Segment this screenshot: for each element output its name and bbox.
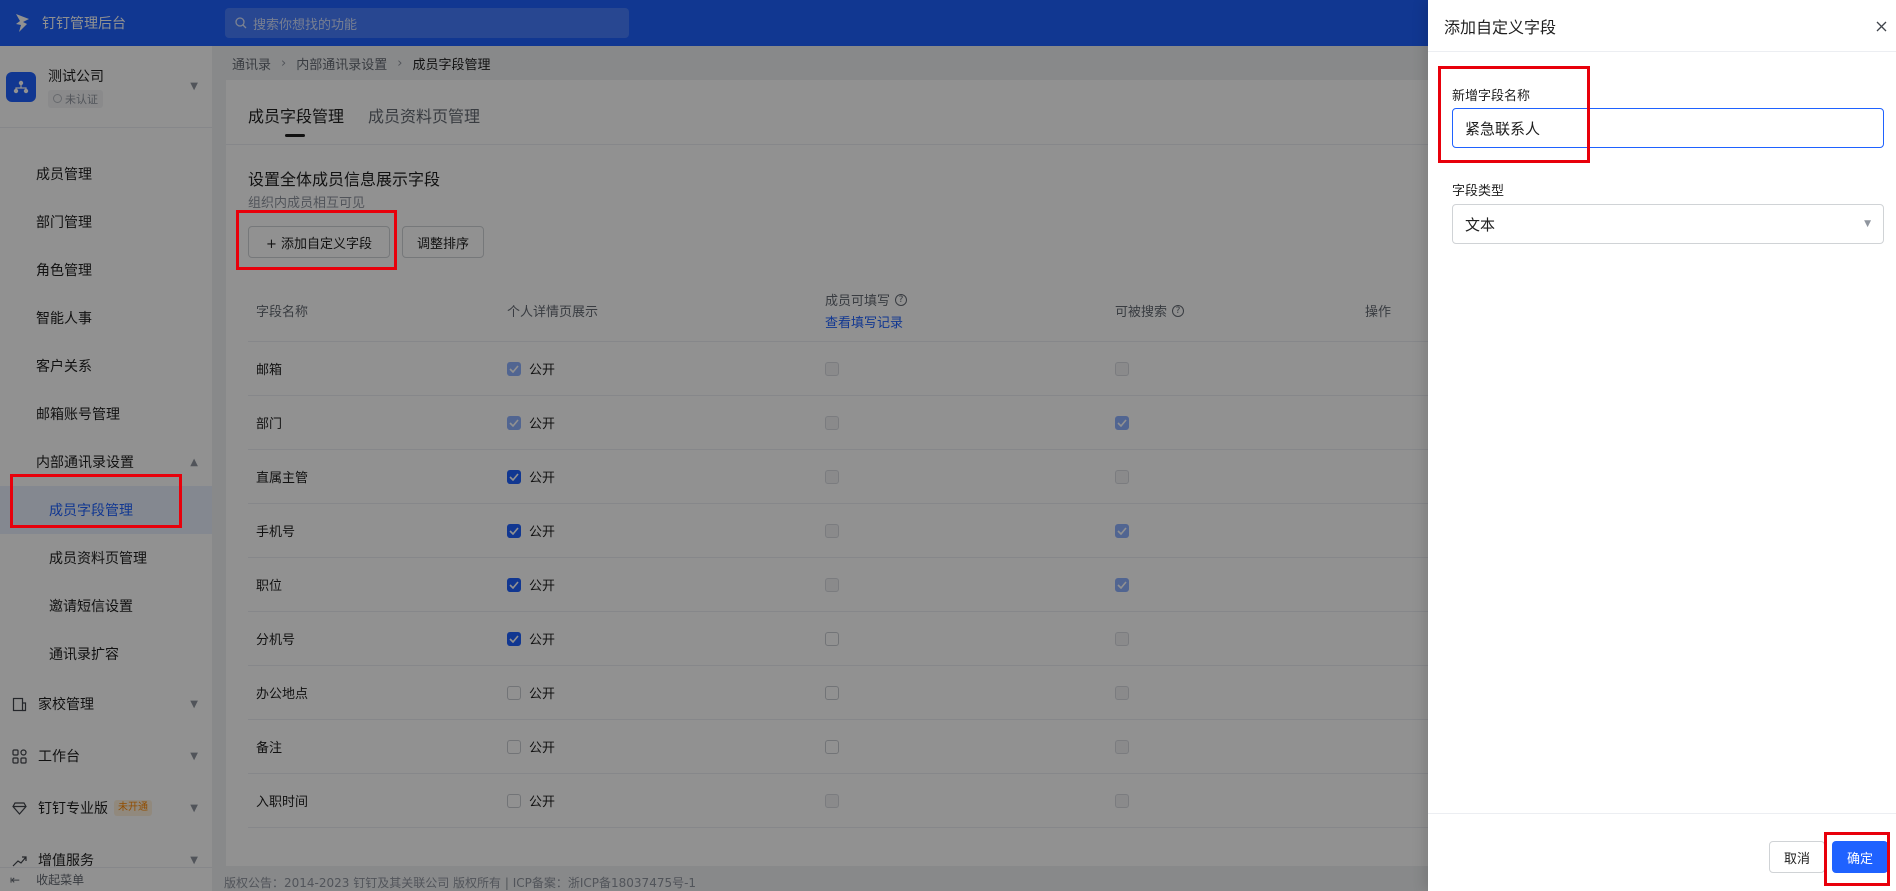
drawer-footer: 取消 确定 (1428, 813, 1896, 891)
field-type-label: 字段类型 (1452, 184, 1505, 199)
modal-overlay[interactable] (0, 0, 1428, 891)
field-type-select[interactable]: 文本 ▼ (1452, 204, 1884, 244)
field-name-value: 紧急联系人 (1465, 119, 1541, 138)
confirm-button[interactable]: 确定 (1832, 841, 1888, 873)
close-icon[interactable] (1872, 17, 1890, 35)
drawer-title: 添加自定义字段 (1444, 17, 1557, 37)
add-field-drawer: 添加自定义字段 新增字段名称 紧急联系人 字段类型 文本 ▼ 取消 确定 (1428, 0, 1896, 891)
field-name-input[interactable]: 紧急联系人 (1452, 108, 1884, 148)
field-type-value: 文本 (1465, 215, 1496, 234)
field-name-label: 新增字段名称 (1452, 89, 1531, 104)
chevron-down-icon: ▼ (1864, 219, 1871, 229)
cancel-button[interactable]: 取消 (1769, 841, 1825, 873)
drawer-header: 添加自定义字段 (1428, 0, 1896, 52)
